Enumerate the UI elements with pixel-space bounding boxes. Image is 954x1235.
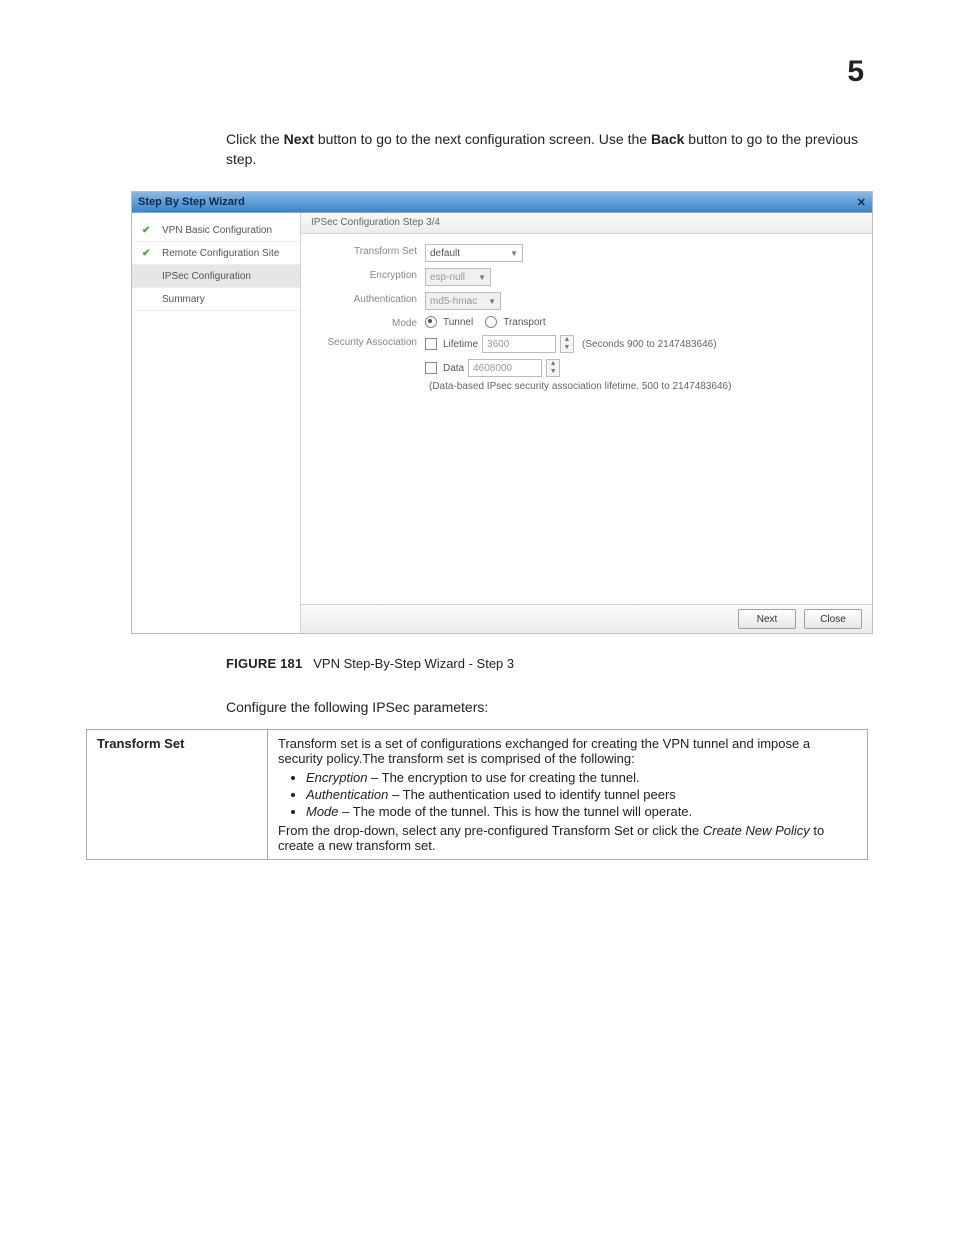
param-desc-p1: Transform set is a set of configurations… — [278, 736, 857, 766]
next-button[interactable]: Next — [738, 609, 796, 629]
lifetime-checkbox[interactable] — [425, 338, 437, 350]
chevron-down-icon: ▼ — [510, 249, 518, 258]
data-checkbox[interactable] — [425, 362, 437, 374]
sidebar-item-ipsec[interactable]: IPSec Configuration — [132, 265, 300, 288]
create-new-policy-link: Create New Policy — [703, 823, 810, 838]
p2-pre: From the drop-down, select any pre-confi… — [278, 823, 703, 838]
chevron-down-icon: ▼ — [488, 297, 496, 306]
page-number: 5 — [847, 55, 864, 89]
label-authentication: Authentication — [301, 292, 425, 305]
sidebar-item-label: VPN Basic Configuration — [158, 225, 272, 236]
param-description: Transform set is a set of configurations… — [268, 730, 868, 860]
figure-title: VPN Step-By-Step Wizard - Step 3 — [313, 656, 514, 671]
lifetime-label: Lifetime — [443, 339, 478, 350]
lifetime-input[interactable]: 3600 — [482, 335, 556, 353]
encryption-select[interactable]: esp-null ▼ — [425, 268, 491, 286]
table-row: Transform Set Transform set is a set of … — [87, 730, 868, 860]
mode-tunnel-label: Tunnel — [443, 317, 473, 328]
sidebar-item-remote-site[interactable]: ✔ Remote Configuration Site — [132, 242, 300, 265]
term-authentication: Authentication — [306, 787, 388, 802]
data-label: Data — [443, 363, 464, 374]
data-hint: (Data-based IPsec security association l… — [429, 381, 731, 392]
select-value: esp-null — [430, 272, 465, 283]
close-icon[interactable]: ✕ — [857, 196, 866, 209]
wizard-sidebar: ✔ VPN Basic Configuration ✔ Remote Confi… — [132, 213, 301, 633]
wizard-titlebar: Step By Step Wizard ✕ — [132, 192, 872, 213]
intro-paragraph: Click the Next button to go to the next … — [226, 130, 868, 169]
wizard-form: Transform Set default ▼ Encryption — [301, 234, 872, 604]
configure-heading: Configure the following IPSec parameters… — [226, 699, 868, 715]
check-icon: ✔ — [142, 225, 156, 236]
lifetime-hint: (Seconds 900 to 2147483646) — [582, 339, 717, 350]
wizard-crumb: IPSec Configuration Step 3/4 — [301, 213, 872, 234]
intro-bold-back: Back — [651, 131, 684, 147]
data-spinner[interactable]: ▲▼ — [546, 359, 560, 377]
mode-transport-label: Transport — [503, 317, 545, 328]
spinner-up-icon: ▲ — [547, 360, 559, 368]
list-item: Authentication – The authentication used… — [306, 787, 857, 802]
mode-transport-radio[interactable] — [485, 316, 497, 328]
term-mode-desc: – The mode of the tunnel. This is how th… — [339, 804, 693, 819]
term-mode: Mode — [306, 804, 339, 819]
chevron-down-icon: ▼ — [478, 273, 486, 282]
param-name: Transform Set — [87, 730, 268, 860]
sidebar-item-label: Remote Configuration Site — [158, 248, 279, 259]
intro-bold-next: Next — [284, 131, 314, 147]
check-icon: ✔ — [142, 248, 156, 259]
mode-tunnel-radio[interactable] — [425, 316, 437, 328]
transform-set-select[interactable]: default ▼ — [425, 244, 523, 262]
sidebar-item-vpn-basic[interactable]: ✔ VPN Basic Configuration — [132, 219, 300, 242]
close-button[interactable]: Close — [804, 609, 862, 629]
list-item: Encryption – The encryption to use for c… — [306, 770, 857, 785]
spinner-down-icon: ▼ — [561, 344, 573, 352]
figure-caption: FIGURE 181 VPN Step-By-Step Wizard - Ste… — [226, 656, 868, 671]
sidebar-item-label: Summary — [158, 294, 205, 305]
label-security-association: Security Association — [301, 335, 425, 348]
select-value: md5-hmac — [430, 296, 477, 307]
params-table: Transform Set Transform set is a set of … — [86, 729, 868, 860]
term-encryption: Encryption — [306, 770, 367, 785]
figure-label: FIGURE 181 — [226, 656, 302, 671]
sidebar-item-summary[interactable]: Summary — [132, 288, 300, 311]
spinner-up-icon: ▲ — [561, 336, 573, 344]
label-mode: Mode — [301, 316, 425, 329]
wizard-footer: Next Close — [301, 604, 872, 633]
list-item: Mode – The mode of the tunnel. This is h… — [306, 804, 857, 819]
term-encryption-desc: – The encryption to use for creating the… — [367, 770, 639, 785]
authentication-select[interactable]: md5-hmac ▼ — [425, 292, 501, 310]
intro-text: Click the — [226, 131, 284, 147]
lifetime-spinner[interactable]: ▲▼ — [560, 335, 574, 353]
label-encryption: Encryption — [301, 268, 425, 281]
spinner-down-icon: ▼ — [547, 368, 559, 376]
param-desc-p2: From the drop-down, select any pre-confi… — [278, 823, 857, 853]
intro-text: button to go to the next configuration s… — [314, 131, 651, 147]
label-transform-set: Transform Set — [301, 244, 425, 257]
term-authentication-desc: – The authentication used to identify tu… — [388, 787, 675, 802]
wizard-window: Step By Step Wizard ✕ ✔ VPN Basic Config… — [131, 191, 873, 634]
sidebar-item-label: IPSec Configuration — [158, 271, 251, 282]
data-input[interactable]: 4608000 — [468, 359, 542, 377]
select-value: default — [430, 248, 460, 259]
wizard-title: Step By Step Wizard — [138, 196, 245, 208]
